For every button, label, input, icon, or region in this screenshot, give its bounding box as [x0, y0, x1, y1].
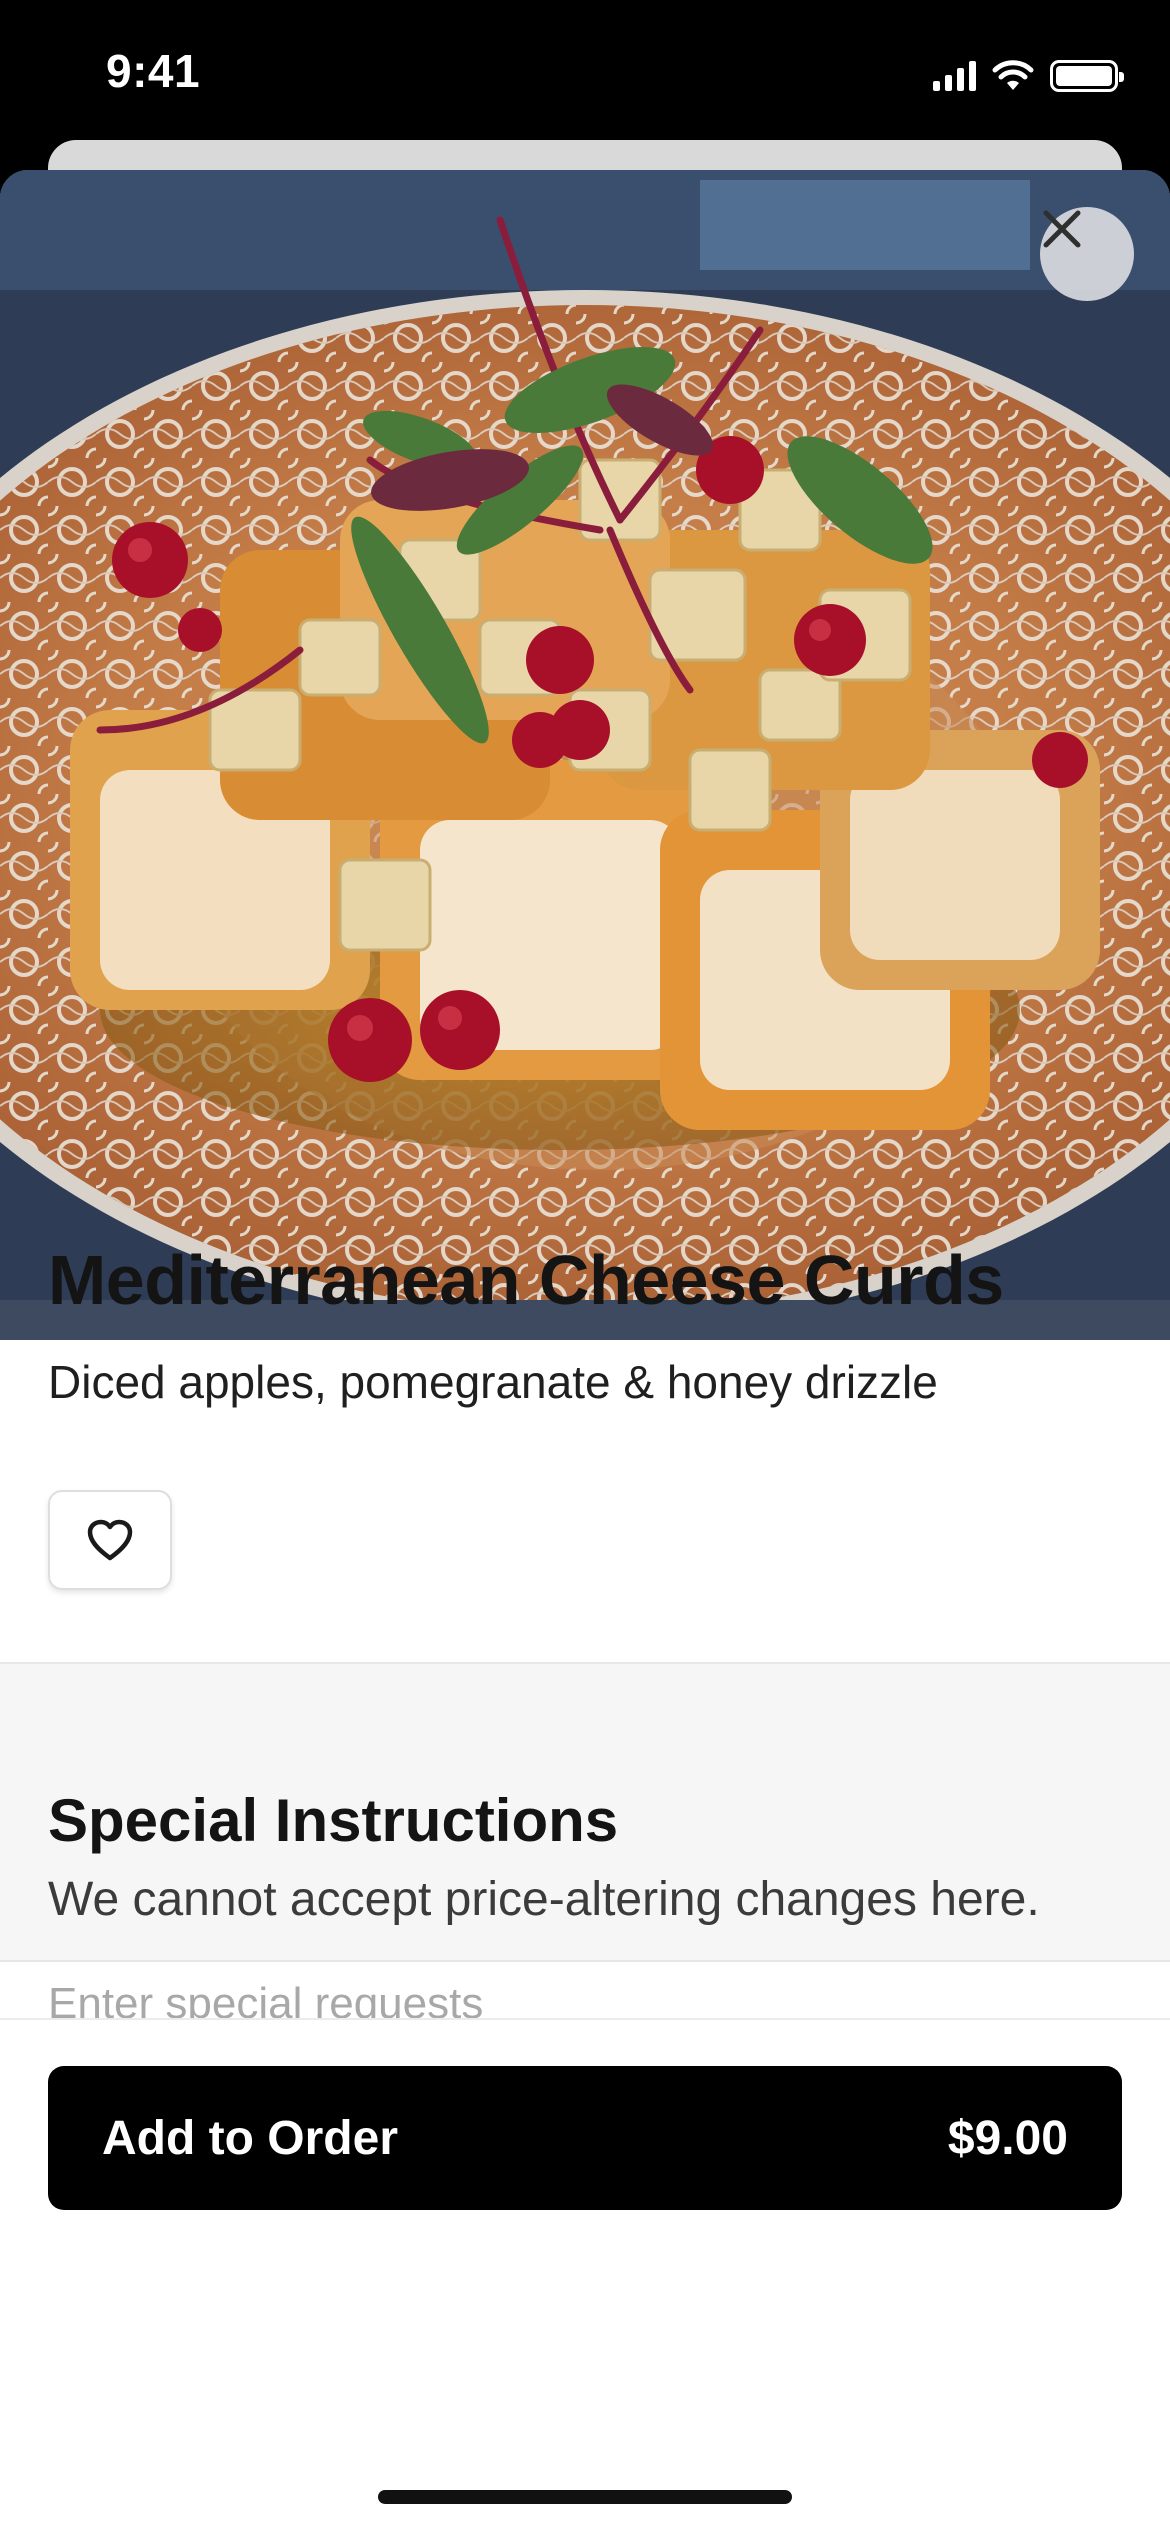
favorite-button[interactable] [48, 1490, 172, 1590]
battery-icon [1050, 60, 1124, 92]
status-bar: 9:41 [0, 0, 1170, 150]
home-indicator[interactable] [378, 2490, 792, 2504]
item-title: Mediterranean Cheese Curds [48, 1241, 1004, 1319]
close-icon [1043, 210, 1081, 248]
close-button[interactable] [1040, 207, 1134, 301]
status-time: 9:41 [106, 45, 201, 97]
cellular-signal-icon [933, 61, 976, 91]
add-to-order-label: Add to Order [102, 2111, 398, 2165]
item-description: Diced apples, pomegranate & honey drizzl… [48, 1356, 938, 1408]
item-photo [0, 170, 1170, 1340]
order-price: $9.00 [947, 2111, 1068, 2165]
heart-icon [87, 1519, 133, 1561]
add-to-order-button[interactable]: Add to Order $9.00 [48, 2066, 1122, 2210]
special-instructions-note: We cannot accept price-altering changes … [48, 1873, 1040, 1926]
status-icons [933, 56, 1124, 96]
special-instructions-title: Special Instructions [48, 1787, 619, 1854]
wifi-icon [992, 60, 1034, 90]
